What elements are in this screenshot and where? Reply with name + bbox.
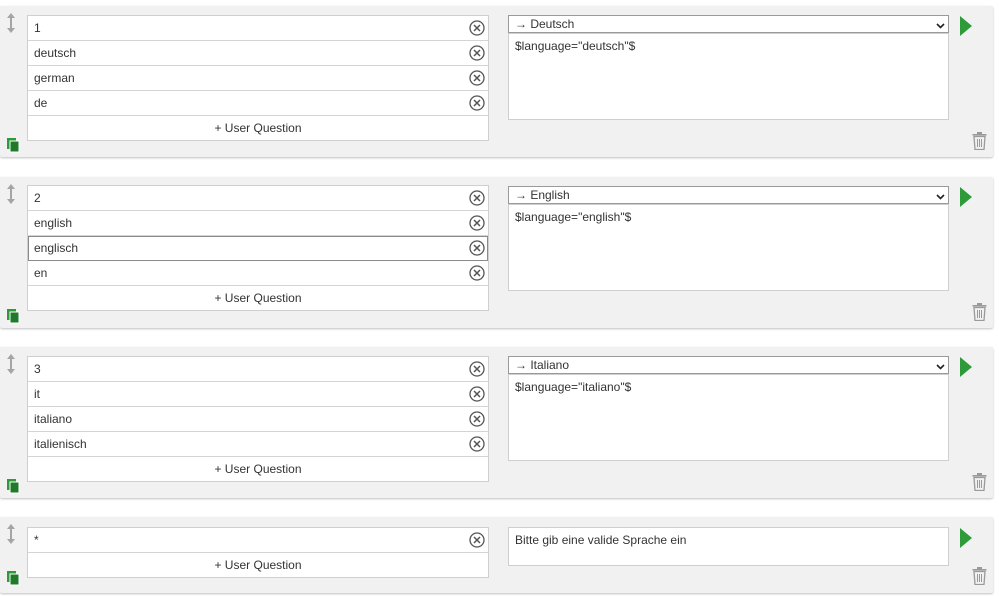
play-icon[interactable] <box>960 16 972 36</box>
copy-icon[interactable] <box>6 570 20 586</box>
trash-icon[interactable] <box>972 473 987 492</box>
user-question-text[interactable]: english <box>34 211 72 236</box>
copy-icon[interactable] <box>6 308 20 324</box>
user-question-text[interactable]: 2 <box>34 186 41 211</box>
dialog-block: 3 it italiano italienisch + User Questio… <box>0 347 993 498</box>
user-question-text[interactable]: de <box>34 91 47 116</box>
dialog-block: 2 english englisch en + User Question → … <box>0 177 993 328</box>
user-question-text[interactable]: italiano <box>34 407 72 432</box>
user-question-list: 1 deutsch german de + User Question <box>27 15 489 141</box>
copy-icon[interactable] <box>6 137 20 153</box>
drag-handle-icon[interactable] <box>5 12 17 34</box>
play-icon[interactable] <box>960 528 972 548</box>
trash-icon[interactable] <box>972 303 987 322</box>
answer-panel: → Deutsch $language="deutsch"$ <box>508 15 949 120</box>
answer-textarea[interactable]: $language="italiano"$ <box>508 374 949 461</box>
user-question-text[interactable]: italienisch <box>34 432 87 457</box>
user-question-row[interactable]: 3 <box>28 357 488 382</box>
user-question-text[interactable]: en <box>34 261 47 286</box>
answer-panel: → English $language="english"$ <box>508 186 949 291</box>
close-circle-icon[interactable] <box>469 532 485 548</box>
chevron-down-icon <box>936 190 945 200</box>
close-circle-icon[interactable] <box>469 215 485 231</box>
chevron-down-icon <box>936 19 945 29</box>
user-question-row[interactable]: englisch <box>28 236 488 261</box>
close-circle-icon[interactable] <box>469 436 485 452</box>
user-question-text[interactable]: german <box>34 66 75 91</box>
target-select-value: → English <box>515 188 570 202</box>
user-question-row[interactable]: english <box>28 211 488 236</box>
add-user-question-button[interactable]: + User Question <box>28 553 488 577</box>
drag-handle-icon[interactable] <box>5 353 17 375</box>
user-question-text[interactable]: it <box>34 382 40 407</box>
user-question-row[interactable]: 1 <box>28 16 488 41</box>
user-question-list: * + User Question <box>27 527 489 578</box>
answer-textarea[interactable]: $language="english"$ <box>508 204 949 291</box>
user-question-row[interactable]: german <box>28 66 488 91</box>
close-circle-icon[interactable] <box>469 20 485 36</box>
user-question-text[interactable]: englisch <box>34 236 78 261</box>
drag-handle-icon[interactable] <box>5 523 17 545</box>
answer-textarea[interactable]: $language="deutsch"$ <box>508 33 949 120</box>
user-question-list: 2 english englisch en + User Question <box>27 185 489 311</box>
user-question-row[interactable]: 2 <box>28 186 488 211</box>
close-circle-icon[interactable] <box>469 70 485 86</box>
chevron-down-icon <box>936 360 945 370</box>
user-question-text[interactable]: 3 <box>34 357 41 382</box>
close-circle-icon[interactable] <box>469 265 485 281</box>
add-user-question-button[interactable]: + User Question <box>28 116 488 140</box>
user-question-row[interactable]: deutsch <box>28 41 488 66</box>
play-icon[interactable] <box>960 187 972 207</box>
target-select[interactable]: → English <box>508 186 949 204</box>
user-question-row[interactable]: it <box>28 382 488 407</box>
close-circle-icon[interactable] <box>469 240 485 256</box>
user-question-list: 3 it italiano italienisch + User Questio… <box>27 356 489 482</box>
user-question-text[interactable]: * <box>34 528 39 553</box>
close-circle-icon[interactable] <box>469 411 485 427</box>
user-question-row[interactable]: italienisch <box>28 432 488 457</box>
user-question-text[interactable]: deutsch <box>34 41 76 66</box>
close-circle-icon[interactable] <box>469 386 485 402</box>
user-question-row[interactable]: italiano <box>28 407 488 432</box>
user-question-row[interactable]: en <box>28 261 488 286</box>
close-circle-icon[interactable] <box>469 361 485 377</box>
play-icon[interactable] <box>960 357 972 377</box>
answer-panel: Bitte gib eine valide Sprache ein <box>508 527 949 566</box>
user-question-row[interactable]: de <box>28 91 488 116</box>
target-select-value: → Deutsch <box>515 17 575 31</box>
close-circle-icon[interactable] <box>469 45 485 61</box>
trash-icon[interactable] <box>972 132 987 151</box>
target-select[interactable]: → Italiano <box>508 356 949 374</box>
user-question-text[interactable]: 1 <box>34 16 41 41</box>
trash-icon[interactable] <box>972 567 987 586</box>
close-circle-icon[interactable] <box>469 190 485 206</box>
add-user-question-button[interactable]: + User Question <box>28 286 488 310</box>
dialog-block: 1 deutsch german de + User Question → De… <box>0 6 993 157</box>
target-select[interactable]: → Deutsch <box>508 15 949 33</box>
dialog-block: * + User Question Bitte gib eine valide … <box>0 517 993 593</box>
answer-textarea[interactable]: Bitte gib eine valide Sprache ein <box>508 527 949 566</box>
add-user-question-button[interactable]: + User Question <box>28 457 488 481</box>
close-circle-icon[interactable] <box>469 95 485 111</box>
drag-handle-icon[interactable] <box>5 183 17 205</box>
user-question-row[interactable]: * <box>28 528 488 553</box>
answer-panel: → Italiano $language="italiano"$ <box>508 356 949 461</box>
copy-icon[interactable] <box>6 478 20 494</box>
target-select-value: → Italiano <box>515 358 570 372</box>
